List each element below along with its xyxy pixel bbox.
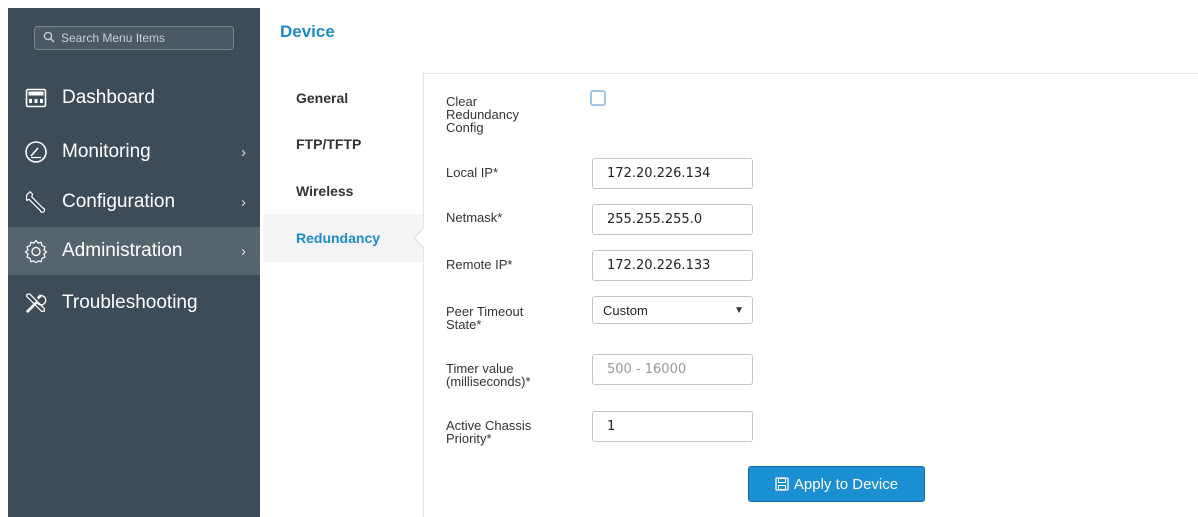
local-ip-label: Local IP* bbox=[446, 165, 499, 180]
sidebar-item-label: Monitoring bbox=[62, 141, 151, 162]
netmask-input[interactable] bbox=[592, 204, 753, 235]
search-placeholder: Search Menu Items bbox=[61, 31, 166, 45]
chassis-priority-input[interactable] bbox=[592, 411, 753, 442]
timer-value-input[interactable] bbox=[592, 354, 753, 385]
remote-ip-label: Remote IP* bbox=[446, 257, 513, 272]
sidebar-item-administration[interactable]: Administration › bbox=[8, 227, 260, 275]
wrench-icon bbox=[24, 190, 48, 214]
chevron-right-icon: › bbox=[241, 143, 246, 161]
tab-label: Wireless bbox=[296, 183, 354, 199]
tab-redundancy[interactable]: Redundancy bbox=[263, 214, 423, 262]
sidebar-item-troubleshooting[interactable]: Troubleshooting bbox=[8, 279, 260, 327]
apply-to-device-button[interactable]: Apply to Device bbox=[748, 466, 925, 502]
tab-ftp-tftp[interactable]: FTP/TFTP bbox=[263, 121, 423, 167]
chevron-right-icon: › bbox=[241, 242, 246, 260]
gauge-icon bbox=[24, 140, 48, 164]
gear-icon bbox=[24, 239, 48, 263]
tab-label: Redundancy bbox=[296, 230, 381, 246]
chassis-priority-label: Active Chassis Priority* bbox=[446, 418, 532, 446]
local-ip-input[interactable] bbox=[592, 158, 753, 189]
clear-redundancy-checkbox[interactable] bbox=[590, 90, 606, 106]
netmask-label: Netmask* bbox=[446, 210, 503, 225]
remote-ip-input[interactable] bbox=[592, 250, 753, 281]
sidebar-item-label: Administration bbox=[62, 240, 183, 261]
app-root: Search Menu Items Dashboard Monitoring ›… bbox=[0, 0, 1198, 517]
peer-timeout-select[interactable]: Custom ▼ bbox=[592, 296, 753, 324]
tab-general[interactable]: General bbox=[263, 75, 423, 121]
clear-redundancy-label: Clear Redundancy Config bbox=[446, 94, 519, 135]
sidebar-item-configuration[interactable]: Configuration › bbox=[8, 178, 260, 226]
sidebar-item-label: Dashboard bbox=[62, 87, 155, 108]
dashboard-icon bbox=[24, 86, 48, 110]
tools-icon bbox=[24, 291, 48, 315]
chevron-right-icon: › bbox=[241, 193, 246, 211]
tab-wireless[interactable]: Wireless bbox=[263, 168, 423, 214]
sidebar-item-label: Configuration bbox=[62, 191, 176, 212]
form-panel bbox=[423, 73, 1198, 517]
save-icon bbox=[775, 476, 790, 492]
tab-label: FTP/TFTP bbox=[296, 136, 362, 152]
sidebar-item-label: Troubleshooting bbox=[62, 292, 198, 313]
page-title: Device bbox=[280, 22, 335, 41]
sidebar-item-dashboard[interactable]: Dashboard bbox=[8, 74, 260, 122]
search-icon bbox=[43, 31, 57, 45]
tab-label: General bbox=[296, 90, 349, 106]
chevron-down-icon: ▼ bbox=[734, 305, 744, 316]
active-tab-pointer-fill bbox=[415, 229, 424, 247]
search-input[interactable]: Search Menu Items bbox=[34, 26, 234, 50]
peer-timeout-value: Custom bbox=[603, 302, 648, 318]
timer-value-label: Timer value (milliseconds)* bbox=[446, 361, 531, 389]
peer-timeout-label: Peer Timeout State* bbox=[446, 304, 524, 332]
sidebar-item-monitoring[interactable]: Monitoring › bbox=[8, 128, 260, 176]
apply-button-label: Apply to Device bbox=[793, 475, 899, 493]
